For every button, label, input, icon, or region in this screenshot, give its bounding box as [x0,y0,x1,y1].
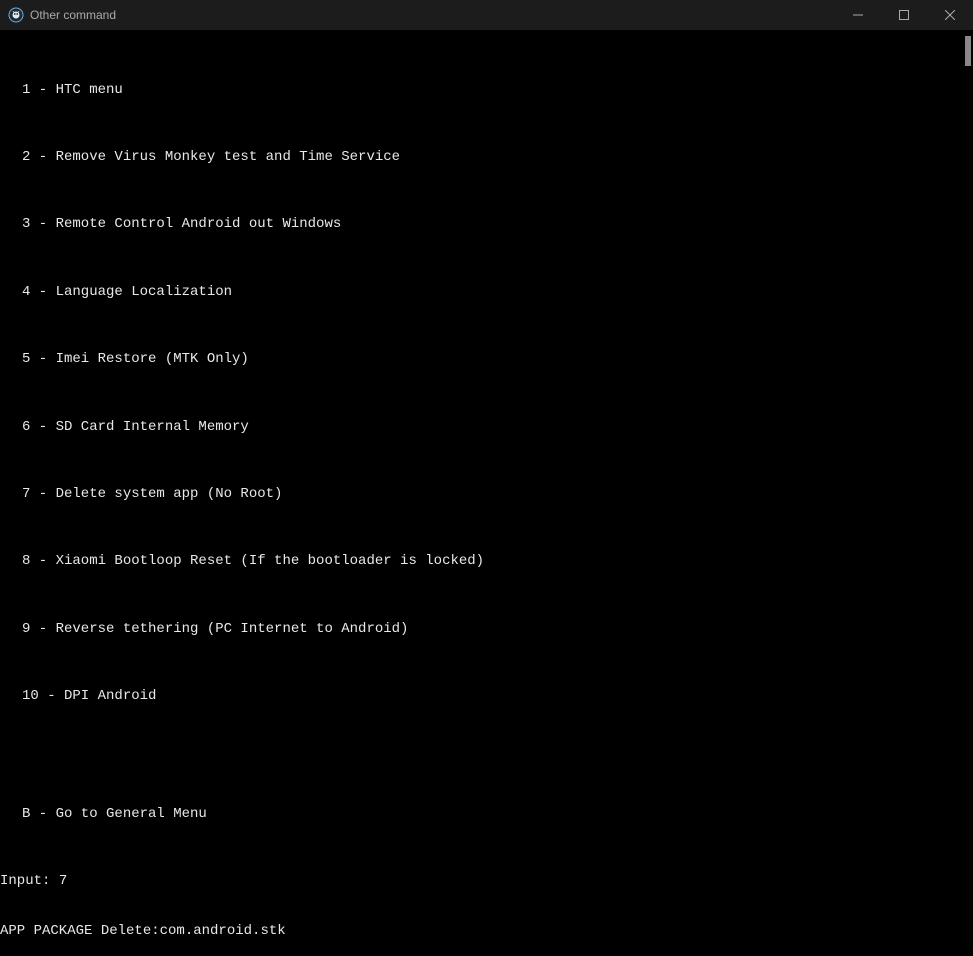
menu-item: 6 - SD Card Internal Memory [0,419,973,436]
terminal-output[interactable]: 1 - HTC menu 2 - Remove Virus Monkey tes… [0,30,973,956]
titlebar: Other command [0,0,973,30]
scrollbar-thumb[interactable] [965,36,971,66]
menu-item: 1 - HTC menu [0,82,973,99]
menu-item: 10 - DPI Android [0,688,973,705]
close-button[interactable] [927,0,973,30]
menu-item: 8 - Xiaomi Bootloop Reset (If the bootlo… [0,553,973,570]
maximize-button[interactable] [881,0,927,30]
menu-item: 9 - Reverse tethering (PC Internet to An… [0,621,973,638]
app-icon [8,7,24,23]
package-delete-line: APP PACKAGE Delete:com.android.stk [0,923,973,939]
window-title: Other command [30,8,116,22]
menu-back: B - Go to General Menu [0,806,973,823]
input-value: 7 [59,873,67,889]
menu-item: 2 - Remove Virus Monkey test and Time Se… [0,149,973,166]
menu-item: 4 - Language Localization [0,284,973,301]
menu-item: 7 - Delete system app (No Root) [0,486,973,503]
menu-item: 3 - Remote Control Android out Windows [0,216,973,233]
minimize-button[interactable] [835,0,881,30]
menu-item: 5 - Imei Restore (MTK Only) [0,351,973,368]
input-line: Input: 7 [0,873,973,889]
blank-line [0,756,973,773]
input-label: Input: [0,873,59,889]
